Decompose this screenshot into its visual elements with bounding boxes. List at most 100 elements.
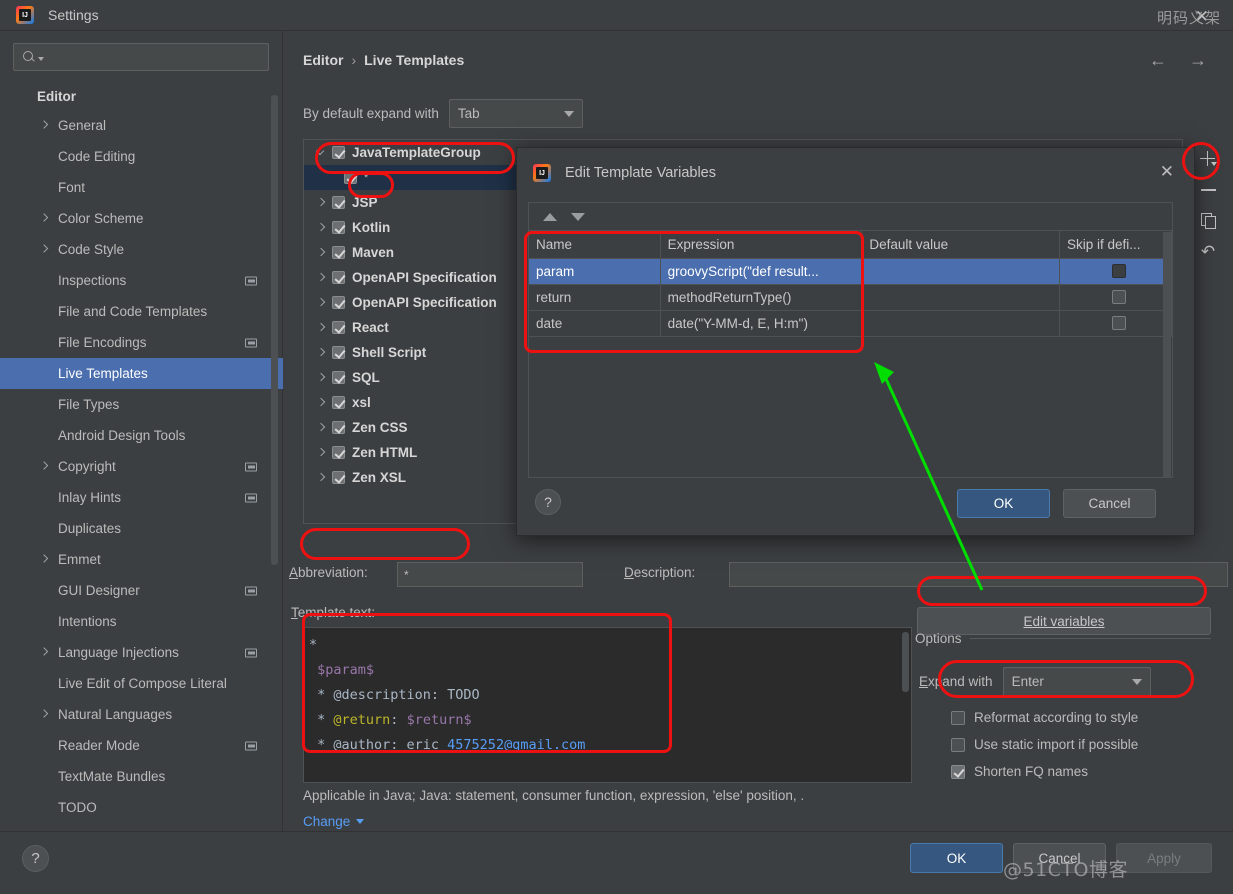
chevron-down-icon[interactable] bbox=[38, 57, 44, 61]
ok-button[interactable]: OK bbox=[910, 843, 1003, 873]
checkbox[interactable] bbox=[951, 765, 965, 779]
cell-name[interactable]: date bbox=[529, 310, 660, 336]
chevron-right-icon[interactable] bbox=[316, 397, 328, 409]
table-row[interactable]: datedate("Y-MM-d, E, H:m") bbox=[529, 310, 1172, 336]
chevron-right-icon[interactable] bbox=[316, 422, 328, 434]
sidebar-item-font[interactable]: Font bbox=[0, 172, 283, 203]
chevron-right-icon[interactable] bbox=[316, 197, 328, 209]
chevron-right-icon[interactable] bbox=[316, 222, 328, 234]
sidebar-item-duplicates[interactable]: Duplicates bbox=[0, 513, 283, 544]
sidebar-scrollbar[interactable] bbox=[271, 95, 278, 565]
template-checkbox[interactable] bbox=[332, 421, 345, 434]
chevron-right-icon[interactable] bbox=[40, 214, 49, 223]
template-checkbox[interactable] bbox=[332, 221, 345, 234]
template-checkbox[interactable] bbox=[332, 446, 345, 459]
move-down-icon[interactable] bbox=[571, 213, 585, 221]
abbreviation-input[interactable]: * bbox=[397, 562, 583, 587]
template-checkbox[interactable] bbox=[332, 296, 345, 309]
sidebar-item-live-templates[interactable]: Live Templates bbox=[0, 358, 283, 389]
chevron-right-icon[interactable] bbox=[40, 555, 49, 564]
change-context-link[interactable]: Change bbox=[303, 814, 364, 829]
dialog-ok-button[interactable]: OK bbox=[957, 489, 1050, 518]
sidebar-item-intentions[interactable]: Intentions bbox=[0, 606, 283, 637]
sidebar-item-file-and-code-templates[interactable]: File and Code Templates bbox=[0, 296, 283, 327]
sidebar-item-language-injections[interactable]: Language Injections bbox=[0, 637, 283, 668]
dialog-help-button[interactable]: ? bbox=[535, 489, 561, 515]
column-header[interactable]: Default value bbox=[862, 231, 1060, 258]
sidebar-item-code-style[interactable]: Code Style bbox=[0, 234, 283, 265]
sidebar-item-general[interactable]: General bbox=[0, 110, 283, 141]
description-input[interactable] bbox=[729, 562, 1228, 587]
chevron-right-icon[interactable] bbox=[316, 272, 328, 284]
search-input[interactable] bbox=[48, 50, 260, 65]
cell-expression[interactable]: methodReturnType() bbox=[660, 284, 862, 310]
chevron-right-icon[interactable] bbox=[316, 372, 328, 384]
chevron-right-icon[interactable] bbox=[316, 322, 328, 334]
template-checkbox[interactable] bbox=[332, 396, 345, 409]
checkbox[interactable] bbox=[1112, 316, 1126, 330]
template-checkbox[interactable] bbox=[332, 371, 345, 384]
chevron-right-icon[interactable] bbox=[316, 447, 328, 459]
back-arrow-icon[interactable]: ← bbox=[1149, 51, 1167, 69]
sidebar-item-color-scheme[interactable]: Color Scheme bbox=[0, 203, 283, 234]
template-checkbox[interactable] bbox=[332, 471, 345, 484]
chevron-right-icon[interactable] bbox=[316, 347, 328, 359]
checkbox[interactable] bbox=[1112, 264, 1126, 278]
cell-expression[interactable]: groovyScript("def result... bbox=[660, 258, 862, 284]
sidebar-item-inspections[interactable]: Inspections bbox=[0, 265, 283, 296]
template-checkbox[interactable] bbox=[332, 271, 345, 284]
dialog-cancel-button[interactable]: Cancel bbox=[1063, 489, 1156, 518]
sidebar-item-natural-languages[interactable]: Natural Languages bbox=[0, 699, 283, 730]
checkbox[interactable] bbox=[951, 711, 965, 725]
cell-name[interactable]: param bbox=[529, 258, 660, 284]
variables-table-scrollbar[interactable] bbox=[1163, 232, 1171, 478]
cell-skip-if-defined[interactable] bbox=[1060, 258, 1172, 284]
cell-default-value[interactable] bbox=[862, 310, 1060, 336]
cell-default-value[interactable] bbox=[862, 258, 1060, 284]
template-checkbox[interactable] bbox=[344, 171, 357, 184]
sidebar-item-file-encodings[interactable]: File Encodings bbox=[0, 327, 283, 358]
sidebar-item-copyright[interactable]: Copyright bbox=[0, 451, 283, 482]
template-checkbox[interactable] bbox=[332, 346, 345, 359]
cell-skip-if-defined[interactable] bbox=[1060, 310, 1172, 336]
column-header[interactable]: Skip if defi... bbox=[1060, 231, 1172, 258]
option-checkbox-row[interactable]: Shorten FQ names bbox=[951, 764, 1088, 779]
cell-skip-if-defined[interactable] bbox=[1060, 284, 1172, 310]
template-checkbox[interactable] bbox=[332, 196, 345, 209]
template-text-editor[interactable]: * $param$ * @description: TODO * @return… bbox=[303, 627, 912, 783]
template-checkbox[interactable] bbox=[332, 246, 345, 259]
sidebar-item-live-edit-of-compose-literal[interactable]: Live Edit of Compose Literal bbox=[0, 668, 283, 699]
cell-default-value[interactable] bbox=[862, 284, 1060, 310]
chevron-right-icon[interactable] bbox=[40, 245, 49, 254]
cell-name[interactable]: return bbox=[529, 284, 660, 310]
help-button[interactable]: ? bbox=[22, 845, 49, 872]
column-header[interactable]: Name bbox=[529, 231, 660, 258]
chevron-down-icon[interactable] bbox=[316, 147, 328, 159]
chevron-right-icon[interactable] bbox=[40, 462, 49, 471]
forward-arrow-icon[interactable]: → bbox=[1189, 51, 1207, 69]
sidebar-item-reader-mode[interactable]: Reader Mode bbox=[0, 730, 283, 761]
chevron-right-icon[interactable] bbox=[316, 472, 328, 484]
checkbox[interactable] bbox=[1112, 290, 1126, 304]
template-checkbox[interactable] bbox=[332, 146, 345, 159]
sidebar-item-file-types[interactable]: File Types bbox=[0, 389, 283, 420]
sidebar-item-gui-designer[interactable]: GUI Designer bbox=[0, 575, 283, 606]
expand-default-select[interactable]: Tab bbox=[449, 99, 583, 128]
close-icon[interactable]: ✕ bbox=[1160, 164, 1174, 180]
option-checkbox-row[interactable]: Use static import if possible bbox=[951, 737, 1138, 752]
sidebar-item-textmate-bundles[interactable]: TextMate Bundles bbox=[0, 761, 283, 792]
table-row[interactable]: returnmethodReturnType() bbox=[529, 284, 1172, 310]
expand-with-select[interactable]: Enter bbox=[1003, 667, 1151, 696]
table-row[interactable]: paramgroovyScript("def result... bbox=[529, 258, 1172, 284]
chevron-right-icon[interactable] bbox=[316, 297, 328, 309]
sidebar-item-code-editing[interactable]: Code Editing bbox=[0, 141, 283, 172]
checkbox[interactable] bbox=[951, 738, 965, 752]
template-text-scrollbar[interactable] bbox=[902, 632, 909, 692]
sidebar-item-inlay-hints[interactable]: Inlay Hints bbox=[0, 482, 283, 513]
sidebar-item-emmet[interactable]: Emmet bbox=[0, 544, 283, 575]
move-up-icon[interactable] bbox=[543, 213, 557, 221]
column-header[interactable]: Expression bbox=[660, 231, 862, 258]
search-box[interactable] bbox=[13, 43, 269, 71]
sidebar-item-android-design-tools[interactable]: Android Design Tools bbox=[0, 420, 283, 451]
template-checkbox[interactable] bbox=[332, 321, 345, 334]
